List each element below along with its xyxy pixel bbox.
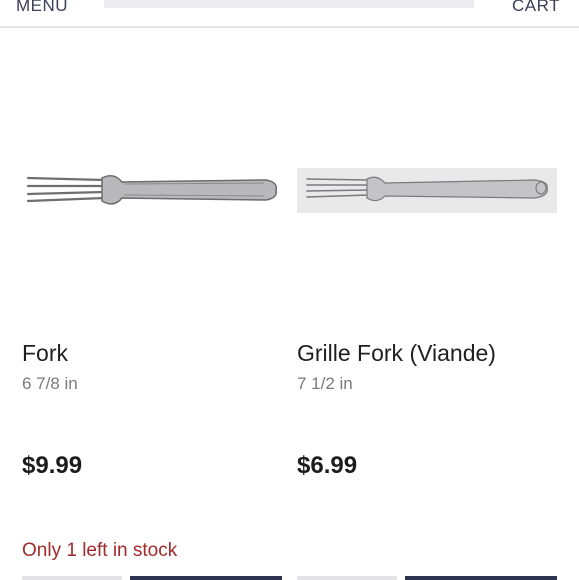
add-to-cart-button[interactable] [405, 576, 557, 580]
product-card[interactable]: Fork 6 7/8 in $9.99 Only 1 left in stock [22, 28, 292, 580]
product-price: $9.99 [22, 452, 83, 479]
add-to-cart-button[interactable] [130, 576, 282, 580]
product-title[interactable]: Fork [22, 340, 68, 367]
search-input[interactable] [104, 0, 474, 8]
product-size: 7 1/2 in [297, 374, 353, 393]
menu-button[interactable]: MENU [16, 0, 68, 16]
card-actions [297, 576, 567, 580]
product-size: 6 7/8 in [22, 374, 78, 393]
product-title[interactable]: Grille Fork (Viande) [297, 340, 496, 367]
fork-product-image[interactable] [26, 168, 278, 214]
product-card[interactable]: Grille Fork (Viande) 7 1/2 in $6.99 [297, 28, 567, 580]
cart-button[interactable]: CART [512, 0, 560, 16]
quantity-selector[interactable] [22, 576, 122, 580]
top-navigation-bar: MENU CART [0, 0, 579, 28]
product-price: $6.99 [297, 452, 358, 479]
stock-status: Only 1 left in stock [22, 540, 178, 561]
card-actions [22, 576, 292, 580]
grille-fork-product-image[interactable] [297, 168, 557, 213]
quantity-selector[interactable] [297, 576, 397, 580]
